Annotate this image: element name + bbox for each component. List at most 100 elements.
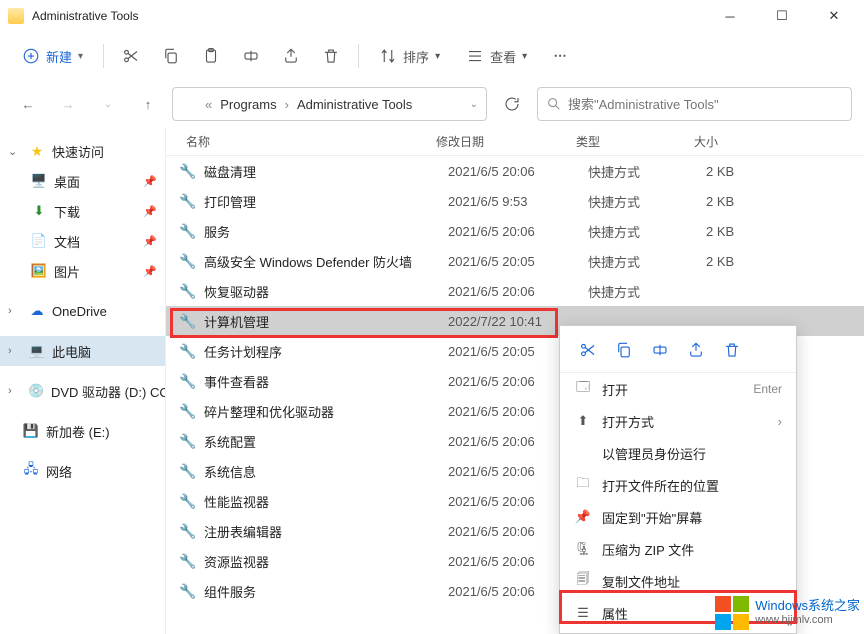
share-icon (282, 47, 300, 65)
chevron-right-icon: › (283, 97, 291, 112)
cut-button[interactable] (114, 41, 148, 71)
zip-icon: 🗜 (574, 541, 592, 557)
separator (358, 44, 359, 68)
file-name: 计算机管理 (204, 312, 448, 331)
file-type: 快捷方式 (588, 162, 706, 181)
delete-button[interactable] (314, 41, 348, 71)
ctx-copy-path[interactable]: 🗐复制文件地址 (560, 565, 796, 597)
file-name: 恢复驱动器 (204, 282, 448, 301)
file-date: 2021/6/5 20:06 (448, 164, 588, 179)
ctx-share[interactable] (682, 336, 710, 364)
col-size[interactable]: 大小 (694, 133, 774, 150)
folder-icon (181, 96, 197, 112)
ctx-open[interactable]: 🗔打开Enter (560, 373, 796, 405)
scissors-icon (579, 341, 597, 359)
refresh-button[interactable] (495, 87, 529, 121)
new-label: 新建 (46, 47, 72, 66)
breadcrumb-programs[interactable]: Programs (220, 97, 276, 112)
file-name: 系统信息 (204, 462, 448, 481)
rename-button[interactable] (234, 41, 268, 71)
nav-sidebar: ⌄★快速访问 🖥️桌面📌 ⬇下载📌 📄文档📌 🖼️图片📌 ›☁OneDrive … (0, 128, 166, 634)
ctx-cut[interactable] (574, 336, 602, 364)
minimize-button[interactable]: ─ (708, 2, 752, 30)
sidebar-network[interactable]: 🖧网络 (0, 456, 165, 486)
view-button[interactable]: 查看 ▾ (456, 41, 537, 72)
breadcrumb-overflow[interactable]: « (203, 97, 214, 112)
close-button[interactable]: ✕ (812, 2, 856, 30)
file-row[interactable]: 🔧服务2021/6/5 20:06快捷方式2 KB (166, 216, 864, 246)
sidebar-volume-e[interactable]: 💾新加卷 (E:) (0, 416, 165, 446)
shortcut-icon: 🔧 (178, 281, 198, 301)
path-icon: 🗐 (574, 570, 592, 592)
chevron-down-icon[interactable]: ⌄ (470, 99, 478, 110)
search-box[interactable] (537, 87, 852, 121)
file-size: 2 KB (706, 224, 786, 239)
more-button[interactable]: ⋯ (543, 42, 577, 70)
search-input[interactable] (568, 97, 843, 112)
file-name: 磁盘清理 (204, 162, 448, 181)
watermark-line1: Windows系统之家 (755, 599, 860, 613)
ctx-open-location[interactable]: 🗀打开文件所在的位置 (560, 469, 796, 501)
share-button[interactable] (274, 41, 308, 71)
file-row[interactable]: 🔧 恢复驱动器2021/6/5 20:06快捷方式 (166, 276, 864, 306)
title-bar: Administrative Tools ─ ☐ ✕ (0, 0, 864, 32)
file-row[interactable]: 🔧打印管理2021/6/5 9:53快捷方式2 KB (166, 186, 864, 216)
copy-button[interactable] (154, 41, 188, 71)
folder-icon (8, 8, 24, 24)
col-type[interactable]: 类型 (576, 133, 694, 150)
breadcrumb-admintools[interactable]: Administrative Tools (297, 97, 412, 112)
paste-button[interactable] (194, 41, 228, 71)
file-type: 快捷方式 (588, 222, 706, 241)
file-name: 组件服务 (204, 582, 448, 601)
ctx-open-with[interactable]: ⬆打开方式› (560, 405, 796, 437)
file-name: 打印管理 (204, 192, 448, 211)
sidebar-pictures[interactable]: 🖼️图片📌 (0, 256, 165, 286)
file-date: 2021/6/5 20:06 (448, 224, 588, 239)
command-bar: 新建 ▾ 排序 ▾ 查看 ▾ ⋯ (0, 32, 864, 80)
sidebar-downloads[interactable]: ⬇下载📌 (0, 196, 165, 226)
file-date: 2021/6/5 20:05 (448, 254, 588, 269)
shortcut-icon: 🔧 (178, 311, 198, 331)
ctx-delete[interactable] (718, 336, 746, 364)
view-label: 查看 (490, 47, 516, 66)
ctx-copy[interactable] (610, 336, 638, 364)
up-button[interactable]: ↑ (132, 88, 164, 120)
ctx-run-as-admin[interactable]: 以管理员身份运行 (560, 437, 796, 469)
sidebar-onedrive[interactable]: ›☁OneDrive (0, 296, 165, 326)
sidebar-desktop[interactable]: 🖥️桌面📌 (0, 166, 165, 196)
file-row[interactable]: 🔧磁盘清理2021/6/5 20:06快捷方式2 KB (166, 156, 864, 186)
file-size: 2 KB (706, 194, 786, 209)
sort-button[interactable]: 排序 ▾ (369, 41, 450, 72)
sidebar-quick-access[interactable]: ⌄★快速访问 (0, 136, 165, 166)
file-date: 2021/6/5 20:06 (448, 284, 588, 299)
forward-button[interactable]: → (52, 88, 84, 120)
file-name: 资源监视器 (204, 552, 448, 571)
col-date[interactable]: 修改日期 (436, 133, 576, 150)
folder-icon: 🗀 (574, 474, 592, 496)
ctx-compress-zip[interactable]: 🗜压缩为 ZIP 文件 (560, 533, 796, 565)
shortcut-icon: 🔧 (178, 521, 198, 541)
sort-icon (379, 47, 397, 65)
rename-icon (242, 47, 260, 65)
back-button[interactable]: ← (12, 88, 44, 120)
scissors-icon (122, 47, 140, 65)
file-name: 注册表编辑器 (204, 522, 448, 541)
sidebar-dvd[interactable]: ›💿DVD 驱动器 (D:) CC (0, 376, 165, 406)
ctx-rename[interactable] (646, 336, 674, 364)
shortcut-icon: 🔧 (178, 251, 198, 271)
maximize-button[interactable]: ☐ (760, 2, 804, 30)
col-name[interactable]: 名称 (186, 133, 436, 150)
navigation-row: ← → ⌄ ↑ « Programs › Administrative Tool… (0, 80, 864, 128)
ctx-pin-start[interactable]: 📌固定到"开始"屏幕 (560, 501, 796, 533)
sidebar-documents[interactable]: 📄文档📌 (0, 226, 165, 256)
new-button[interactable]: 新建 ▾ (12, 41, 93, 72)
recent-button[interactable]: ⌄ (92, 88, 124, 120)
address-bar[interactable]: « Programs › Administrative Tools ⌄ (172, 87, 487, 121)
open-icon: 🗔 (574, 378, 592, 400)
file-type: 快捷方式 (588, 282, 706, 301)
watermark: Windows系统之家www.bjjmlv.com (715, 596, 860, 630)
watermark-line2: www.bjjmlv.com (755, 613, 860, 627)
shortcut-icon: 🔧 (178, 161, 198, 181)
file-row[interactable]: 🔧高级安全 Windows Defender 防火墙2021/6/5 20:05… (166, 246, 864, 276)
sidebar-thispc[interactable]: ›💻此电脑 (0, 336, 165, 366)
